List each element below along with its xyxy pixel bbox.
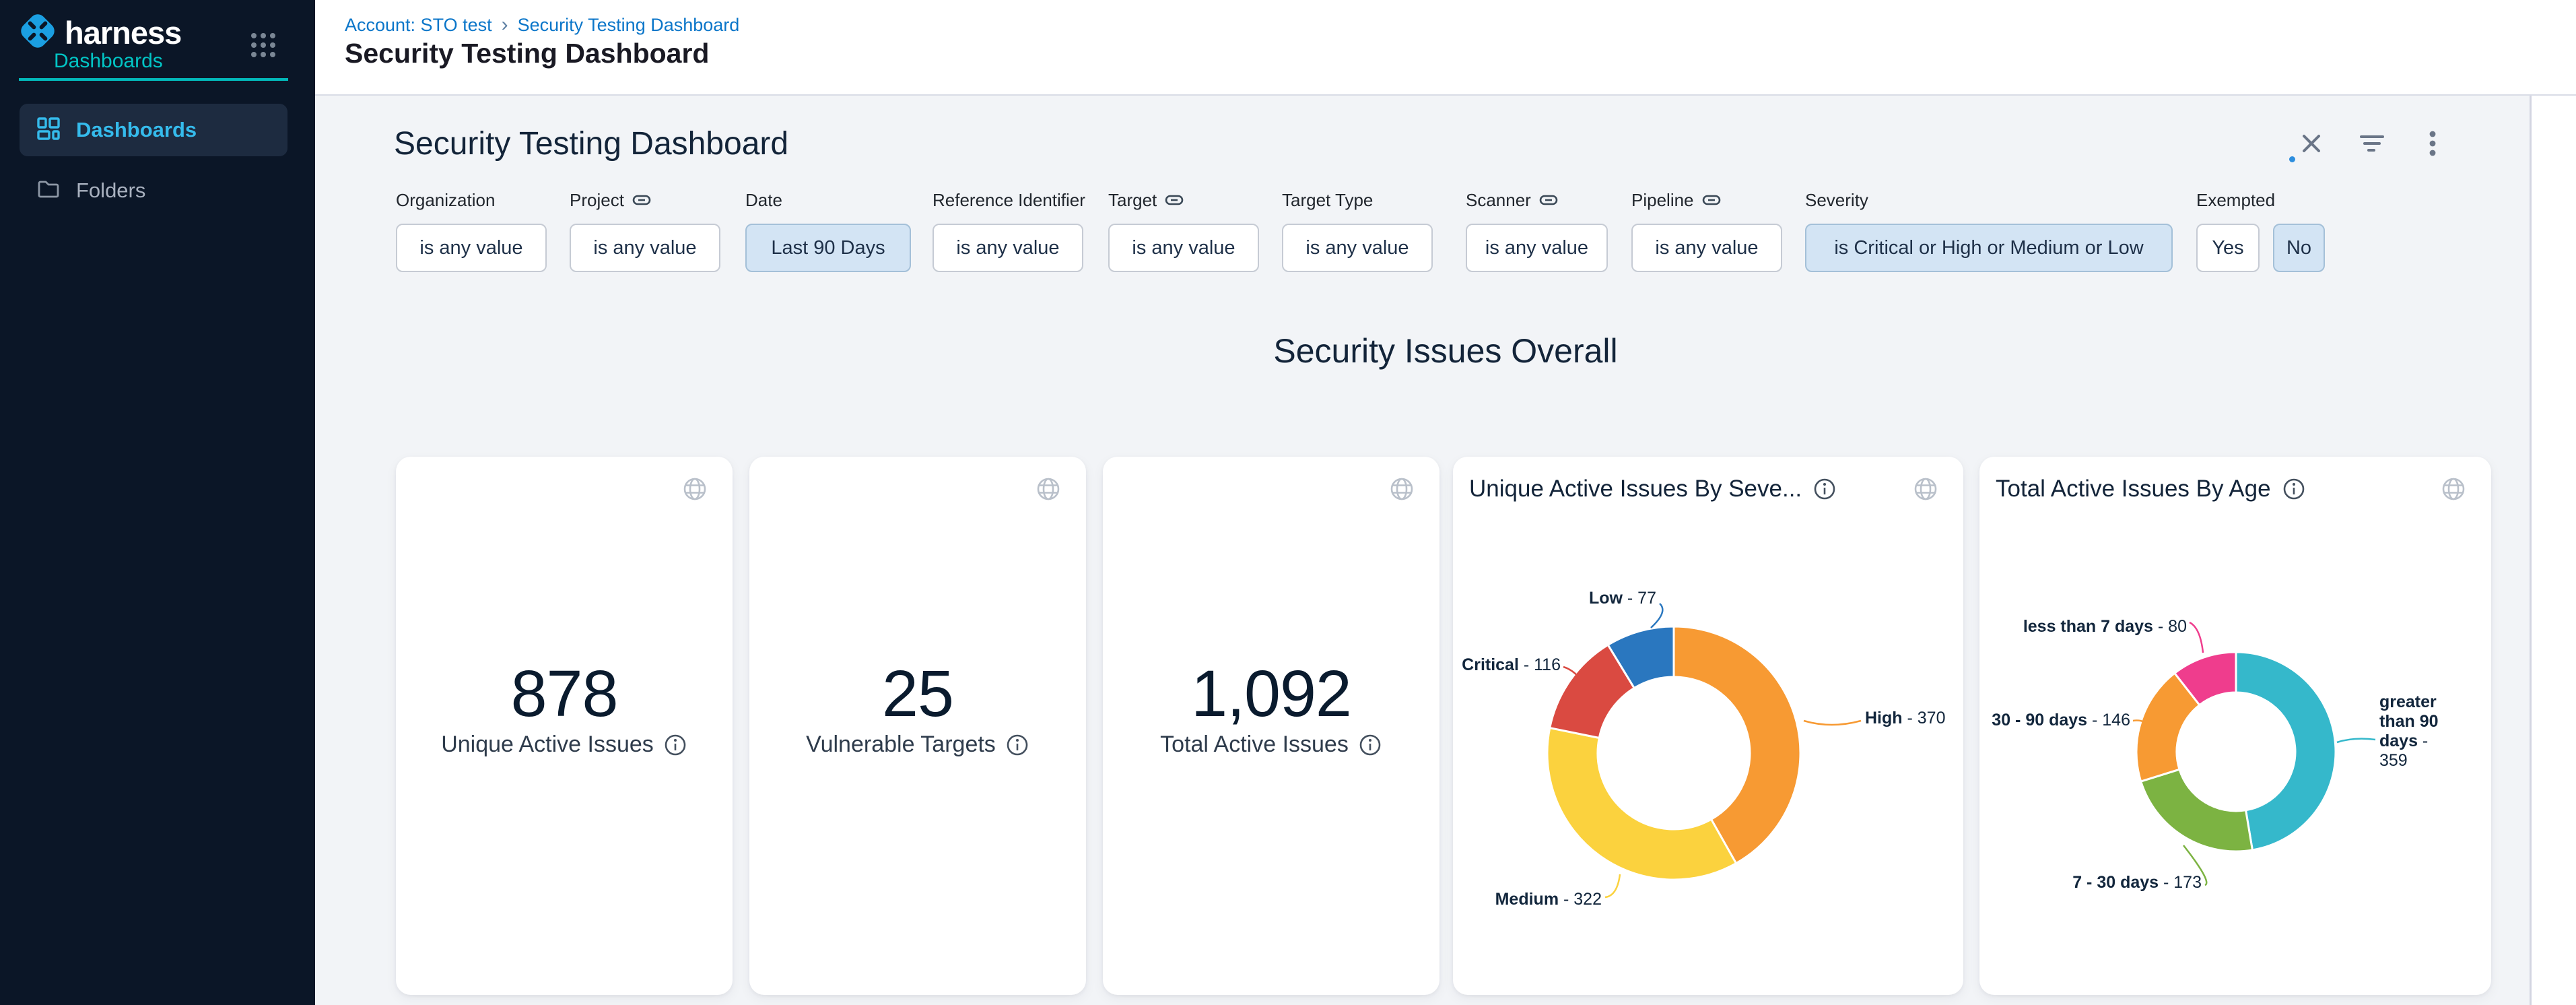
section-title: Security Issues Overall xyxy=(396,331,2495,370)
globe-icon[interactable] xyxy=(2440,476,2467,506)
product-name: Dashboards xyxy=(54,50,163,73)
dashboard-content: Security Testing Dashboard Organization … xyxy=(315,96,2576,1005)
breadcrumb: Account: STO test › Security Testing Das… xyxy=(345,13,739,36)
folder-icon xyxy=(37,178,60,204)
filter-reference-identifier-value[interactable]: is any value xyxy=(933,224,1083,272)
filter-organization: Organization is any value xyxy=(396,189,547,272)
sidebar: harness Dashboards Dashboards xyxy=(0,0,315,1005)
info-icon[interactable] xyxy=(2282,477,2306,501)
link-icon xyxy=(1165,194,1184,206)
filter-pipeline: Pipeline is any value xyxy=(1631,189,1782,272)
filter-target-type-value[interactable]: is any value xyxy=(1282,224,1433,272)
donut-slice xyxy=(2141,769,2253,851)
link-icon xyxy=(632,194,651,206)
chart-title: Total Active Issues By Age xyxy=(1996,476,2306,502)
filter-label: Scanner xyxy=(1466,189,1608,212)
stat-card-unique-active-issues: 878 Unique Active Issues xyxy=(396,457,733,995)
info-icon[interactable] xyxy=(663,733,687,757)
page-title: Security Testing Dashboard xyxy=(345,38,709,69)
filter-target: Target is any value xyxy=(1108,189,1259,272)
filter-label: Organization xyxy=(396,189,547,212)
chart-card-issues-by-age: greater than 90 days - 3597 - 30 days - … xyxy=(1979,457,2491,995)
stat-label: Vulnerable Targets xyxy=(749,732,1086,758)
cursor-dot xyxy=(2289,156,2295,162)
donut-chart-age[interactable]: greater than 90 days - 3597 - 30 days - … xyxy=(1979,457,2491,995)
filter-project: Project is any value xyxy=(570,189,720,272)
label-leader-line xyxy=(2183,845,2206,885)
brand-name: harness xyxy=(65,14,181,51)
kebab-menu-icon[interactable] xyxy=(2417,128,2448,159)
globe-icon[interactable] xyxy=(1035,476,1062,506)
dashboards-icon xyxy=(37,117,60,143)
info-icon[interactable] xyxy=(1005,733,1029,757)
donut-slice xyxy=(2236,652,2336,850)
page-header: Account: STO test › Security Testing Das… xyxy=(315,0,2576,96)
sidebar-item-label: Folders xyxy=(76,179,145,203)
filter-reference-identifier: Reference Identifier is any value xyxy=(933,189,1085,272)
globe-icon[interactable] xyxy=(1912,476,1939,506)
filter-pipeline-value[interactable]: is any value xyxy=(1631,224,1782,272)
donut-chart-severity[interactable]: High - 370Medium - 322Critical - 116Low … xyxy=(1453,457,1963,995)
filter-label: Project xyxy=(570,189,720,212)
filter-severity-value[interactable]: is Critical or High or Medium or Low xyxy=(1805,224,2173,272)
close-icon[interactable] xyxy=(2296,128,2327,159)
filter-scanner: Scanner is any value xyxy=(1466,189,1608,272)
sidebar-item-label: Dashboards xyxy=(76,118,197,142)
stat-label: Unique Active Issues xyxy=(396,732,733,758)
donut-slice xyxy=(1547,728,1736,880)
app-grid-icon[interactable] xyxy=(248,30,279,61)
filter-label: Pipeline xyxy=(1631,189,1782,212)
stat-card-total-active-issues: 1,092 Total Active Issues xyxy=(1103,457,1439,995)
label-leader-line xyxy=(2337,739,2375,742)
filter-label: Target xyxy=(1108,189,1259,212)
scrollbar-gutter[interactable] xyxy=(2530,96,2576,1005)
filter-label: Reference Identifier xyxy=(933,189,1085,212)
filter-label: Severity xyxy=(1805,189,2173,212)
breadcrumb-account-link[interactable]: Account: STO test xyxy=(345,15,492,36)
chart-card-issues-by-severity: High - 370Medium - 322Critical - 116Low … xyxy=(1453,457,1963,995)
breadcrumb-dashboard-link[interactable]: Security Testing Dashboard xyxy=(518,15,740,36)
stat-value: 1,092 xyxy=(1103,656,1439,732)
label-leader-line xyxy=(1804,721,1861,725)
label-leader-line xyxy=(1605,874,1620,897)
exempted-no-button[interactable]: No xyxy=(2273,224,2325,272)
filter-label: Date xyxy=(745,189,911,212)
exempted-yes-button[interactable]: Yes xyxy=(2196,224,2260,272)
harness-logo[interactable]: harness xyxy=(18,11,181,55)
label-leader-line xyxy=(1651,604,1662,628)
globe-icon[interactable] xyxy=(681,476,708,506)
link-icon xyxy=(1702,194,1721,206)
sidebar-item-folders[interactable]: Folders xyxy=(20,164,287,217)
filter-scanner-value[interactable]: is any value xyxy=(1466,224,1608,272)
globe-icon[interactable] xyxy=(1388,476,1415,506)
sidebar-item-dashboards[interactable]: Dashboards xyxy=(20,104,287,156)
breadcrumb-chevron-icon: › xyxy=(502,13,508,36)
filter-target-value[interactable]: is any value xyxy=(1108,224,1259,272)
filter-exempted: Exempted Yes No xyxy=(2196,189,2325,272)
filter-target-type: Target Type is any value xyxy=(1282,189,1433,272)
stat-value: 878 xyxy=(396,656,733,732)
sidebar-divider xyxy=(19,78,288,81)
filter-date-value[interactable]: Last 90 Days xyxy=(745,224,911,272)
filter-date: Date Last 90 Days xyxy=(745,189,911,272)
filter-label: Target Type xyxy=(1282,189,1433,212)
dashboard-title: Security Testing Dashboard xyxy=(394,125,788,162)
info-icon[interactable] xyxy=(1358,733,1382,757)
label-leader-line xyxy=(2190,622,2203,653)
filter-project-value[interactable]: is any value xyxy=(570,224,720,272)
chart-title: Unique Active Issues By Seve... xyxy=(1469,476,1837,502)
stat-label: Total Active Issues xyxy=(1103,732,1439,758)
link-icon xyxy=(1539,194,1558,206)
filter-organization-value[interactable]: is any value xyxy=(396,224,547,272)
info-icon[interactable] xyxy=(1812,477,1837,501)
filter-label: Exempted xyxy=(2196,189,2325,212)
filter-severity: Severity is Critical or High or Medium o… xyxy=(1805,189,2173,272)
harness-logo-icon xyxy=(18,11,58,55)
stat-value: 25 xyxy=(749,656,1086,732)
dashboard-toolbar xyxy=(2296,128,2448,159)
stat-card-vulnerable-targets: 25 Vulnerable Targets xyxy=(749,457,1086,995)
filter-icon[interactable] xyxy=(2357,128,2387,159)
